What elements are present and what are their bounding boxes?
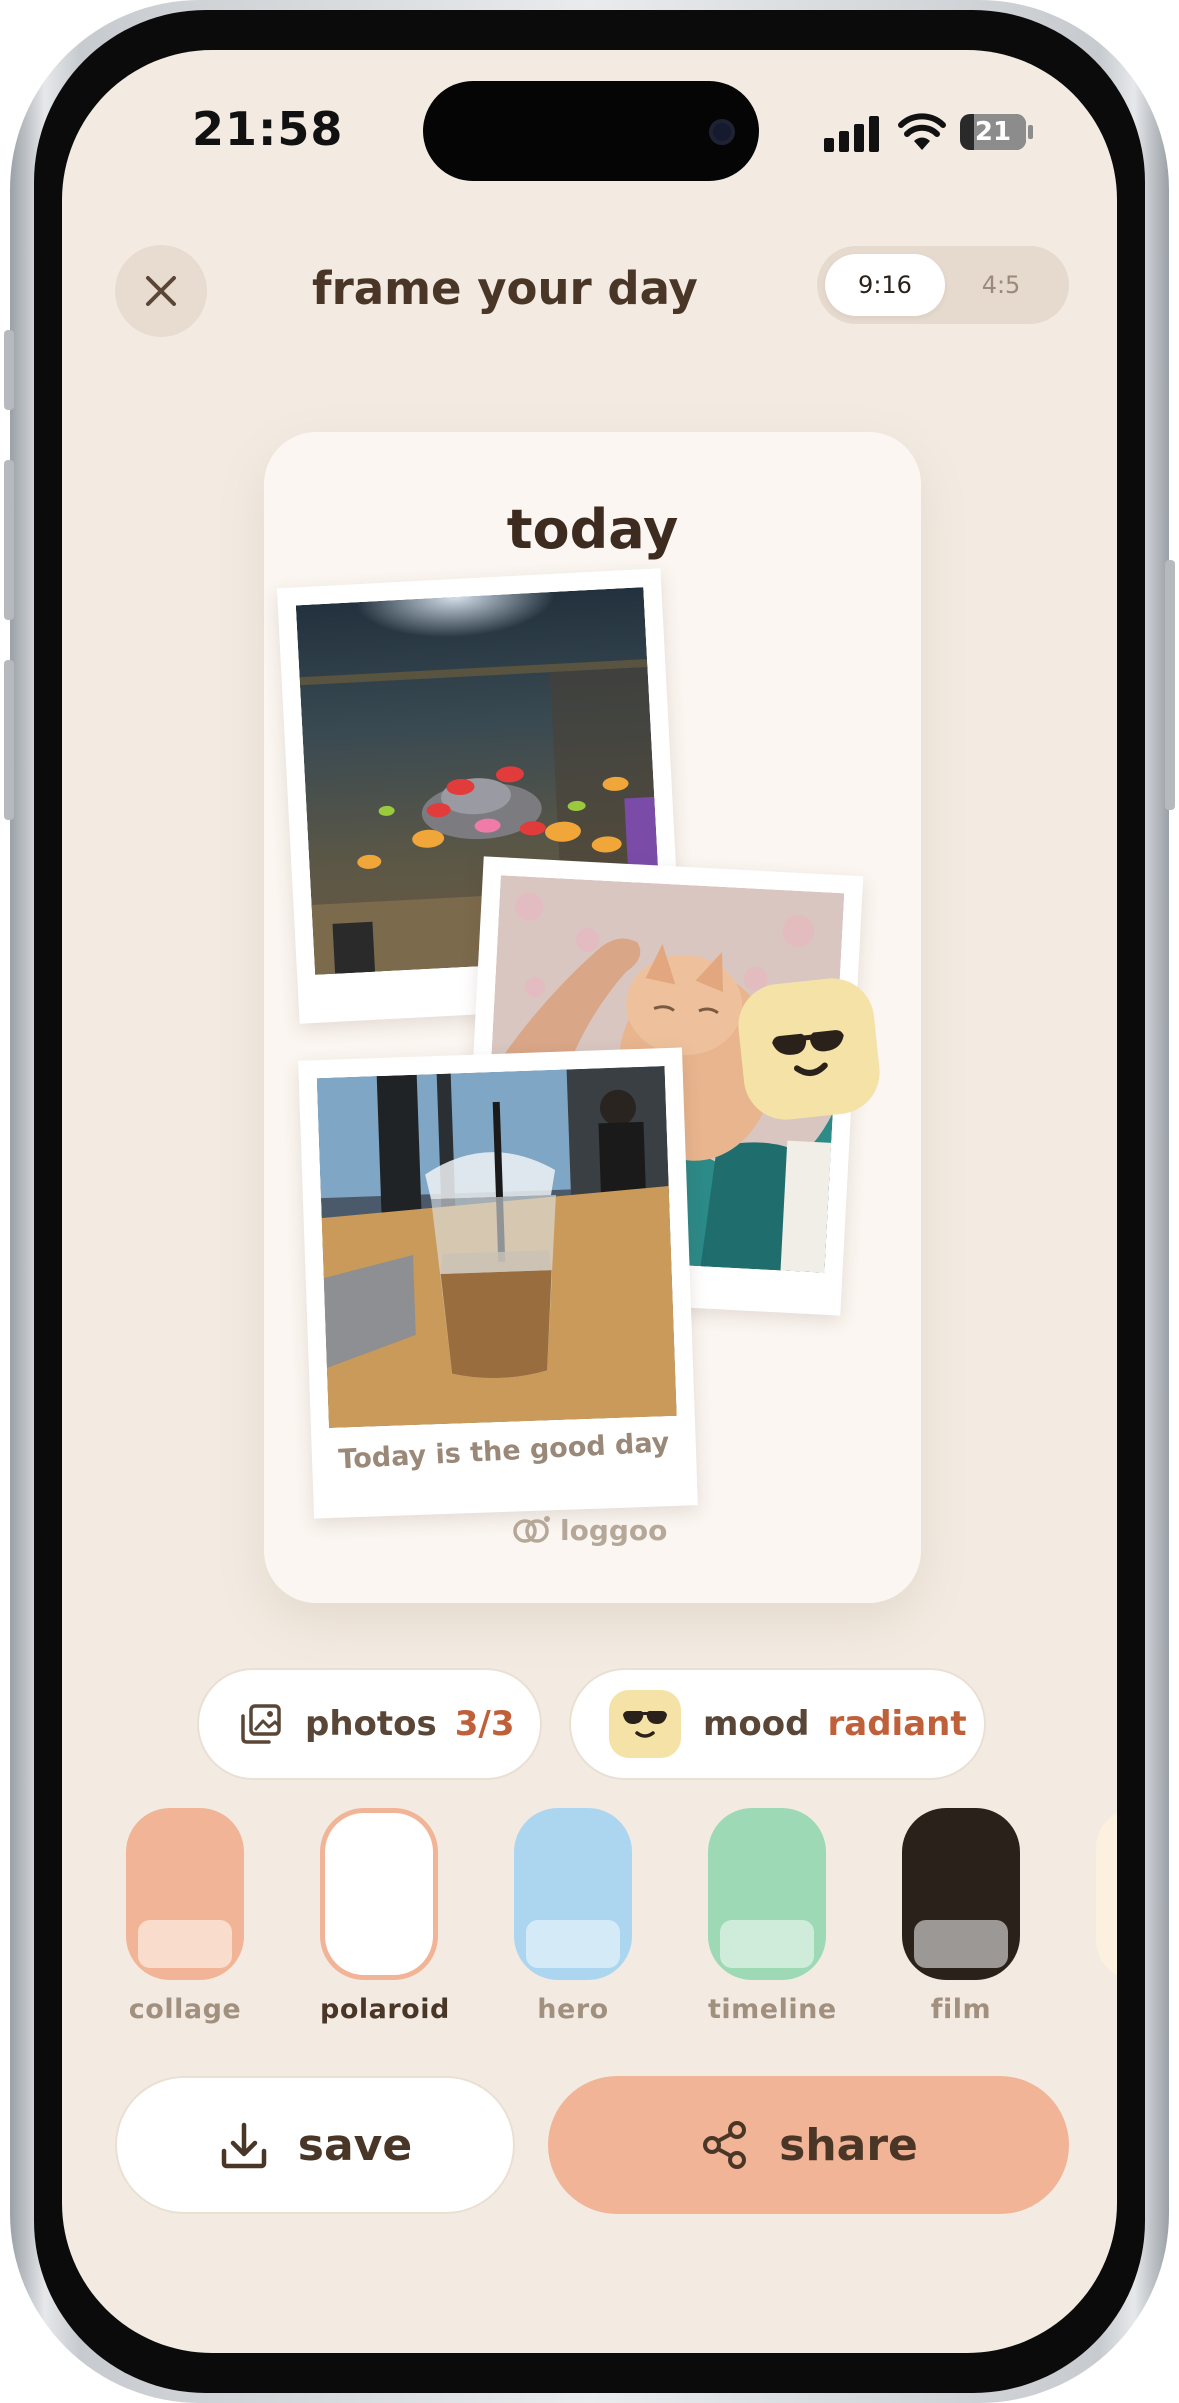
close-icon	[146, 276, 176, 306]
layout-label-collage: collage	[128, 1994, 242, 2025]
dynamic-island	[423, 81, 759, 181]
save-button-label: save	[297, 2119, 413, 2171]
cellular-signal-icon	[824, 116, 884, 152]
sunglasses-face-icon	[772, 1030, 844, 1076]
polaroid-photo-coffee[interactable]: Today is the good day	[298, 1047, 698, 1519]
mood-sticker[interactable]	[734, 974, 884, 1124]
layout-thumb-collage	[126, 1808, 244, 1980]
share-button[interactable]: share	[548, 2076, 1069, 2214]
app-screen: 21:58 21 frame your day 9:16 4:5 today T…	[62, 50, 1117, 2353]
layout-option-timeline[interactable]: timeline	[708, 1808, 837, 2025]
layout-thumb-film	[902, 1808, 1020, 1980]
share-button-label: share	[779, 2119, 918, 2171]
mute-switch	[4, 330, 14, 410]
layout-option-film[interactable]: film	[902, 1808, 1020, 2025]
watermark-text: loggoo	[560, 1513, 668, 1547]
battery-percent: 21	[974, 117, 1012, 147]
front-camera	[709, 119, 735, 145]
aspect-ratio-toggle: 9:16 4:5	[817, 246, 1069, 324]
power-button	[1165, 560, 1175, 810]
volume-down-button	[4, 660, 14, 820]
photos-count: 3/3	[454, 1704, 515, 1744]
layout-thumb-hero	[514, 1808, 632, 1980]
layout-option-partial[interactable]	[1096, 1808, 1117, 1980]
layout-label-film: film	[930, 1994, 992, 2025]
mood-chip-badge	[609, 1690, 681, 1758]
sunglasses-face-icon	[623, 1711, 667, 1738]
layout-thumb-timeline	[708, 1808, 826, 1980]
layout-label-polaroid: polaroid	[320, 1994, 450, 2025]
close-button[interactable]	[115, 245, 207, 337]
gallery-icon	[241, 1704, 281, 1744]
layout-label-hero: hero	[537, 1994, 609, 2025]
layout-option-hero[interactable]: hero	[514, 1808, 632, 2025]
layout-label-timeline: timeline	[708, 1994, 837, 2025]
mood-label: mood	[703, 1704, 810, 1744]
battery-indicator: 21	[960, 114, 1033, 150]
ratio-option-9-16[interactable]: 9:16	[825, 254, 945, 316]
layout-option-collage[interactable]: collage	[126, 1808, 244, 2025]
save-button[interactable]: save	[115, 2076, 515, 2214]
status-time: 21:58	[192, 102, 344, 156]
mood-value: radiant	[827, 1704, 967, 1744]
share-icon	[703, 2121, 747, 2169]
coffee-photo	[316, 1066, 677, 1428]
watermark: loggoo	[512, 1510, 667, 1550]
photos-chip[interactable]: photos 3/3	[197, 1668, 542, 1780]
page-title: frame your day	[312, 262, 698, 315]
loggoo-logo-icon	[513, 1516, 550, 1543]
ratio-option-4-5[interactable]: 4:5	[941, 254, 1061, 316]
card-title: today	[506, 498, 679, 561]
photo-caption: Today is the good day	[337, 1427, 671, 1476]
mood-chip[interactable]: mood radiant	[569, 1668, 986, 1780]
download-icon	[221, 2122, 267, 2169]
photos-label: photos	[305, 1704, 437, 1744]
layout-thumb-polaroid	[320, 1808, 438, 1980]
wifi-icon	[898, 112, 946, 152]
layout-option-polaroid[interactable]: polaroid	[320, 1808, 450, 2025]
volume-up-button	[4, 460, 14, 620]
